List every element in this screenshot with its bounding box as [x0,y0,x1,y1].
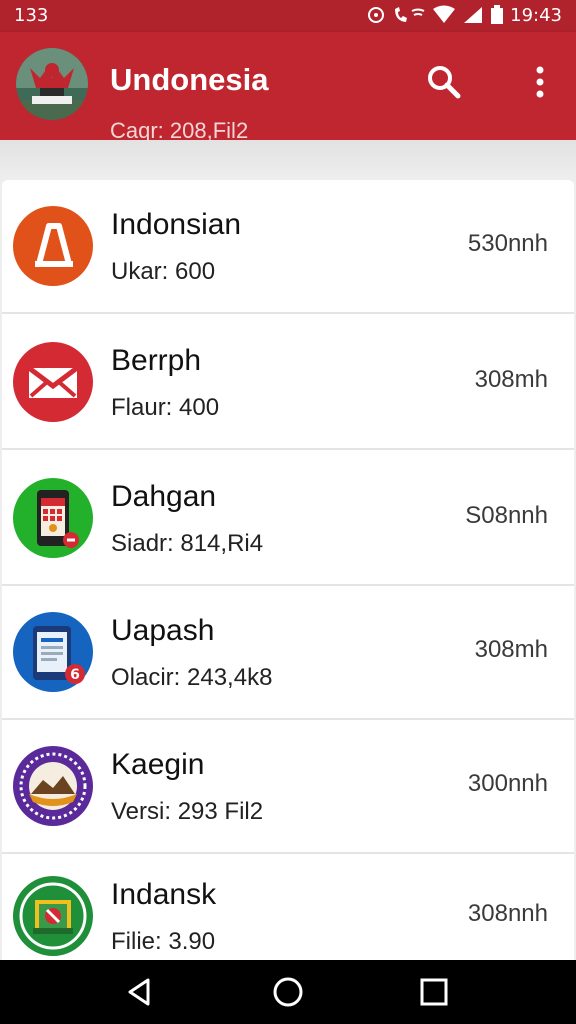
list-item[interactable]: 6 Uapash Olacir: 243,4k8 308mh [2,586,574,720]
status-bar: 133 19:43 [0,0,576,32]
item-name: Indansk [111,878,217,911]
item-size: 300nnh [467,770,548,797]
item-meta: Versi: 293 Fil2 [111,798,264,825]
search-icon[interactable] [424,62,464,102]
recents-icon[interactable] [418,976,450,1008]
item-meta: Siadr: 814,Ri4 [111,530,264,557]
app-bar: Undonesia Caqr: 208,Fil2 [0,32,576,143]
mail-icon [13,342,93,422]
item-size: S08nnh [465,502,548,529]
map-badge-icon [13,876,93,956]
svg-text:6: 6 [70,667,80,683]
item-name: Uapash [111,614,215,647]
item-name: Kaegin [111,748,205,781]
list-item[interactable]: Berrph Flaur: 400 308mh [2,316,574,450]
app-logo [16,48,88,120]
app-list: Indonsian Ukar: 600 530nnh Berrph Flaur:… [2,180,574,960]
item-name: Dahgan [111,480,217,513]
item-meta: Olacir: 243,4k8 [111,664,273,691]
item-meta: Flaur: 400 [111,394,220,421]
more-vert-icon[interactable] [522,62,558,102]
item-size: 530nnh [467,230,548,257]
item-meta: Filie: 3.90 [111,928,216,955]
list-item[interactable]: Kaegin Versi: 293 Fil2 300nnh [2,720,574,854]
back-icon[interactable] [124,976,156,1008]
wifi-icon [432,5,456,30]
battery-icon [490,5,504,30]
item-size: 308nnh [467,900,548,927]
item-size: 308mh [474,636,548,663]
nav-bar [0,960,576,1024]
list-item[interactable]: Indonsian Ukar: 600 530nnh [2,180,574,314]
status-time: 19:43 [510,5,562,26]
home-icon[interactable] [272,976,304,1008]
call-icon [392,5,426,30]
item-size: 308mh [474,366,548,393]
item-name: Berrph [111,344,202,377]
tablet-icon: 6 [13,612,93,692]
list-item[interactable]: Dahgan Siadr: 814,Ri4 S08nnh [2,452,574,586]
app-title: Undonesia [110,62,269,97]
item-meta: Ukar: 600 [111,258,216,285]
item-name: Indonsian [111,208,242,241]
alarm-icon [366,5,386,30]
list-item[interactable]: Indansk Filie: 3.90 308nnh [2,850,574,960]
warning-triangle-icon [13,206,93,286]
phone-calendar-icon [13,478,93,558]
appbar-shadow [0,140,576,180]
mountain-badge-icon [13,746,93,826]
status-icons [366,5,504,30]
signal-icon [462,5,484,30]
status-left-text: 133 [14,5,49,26]
